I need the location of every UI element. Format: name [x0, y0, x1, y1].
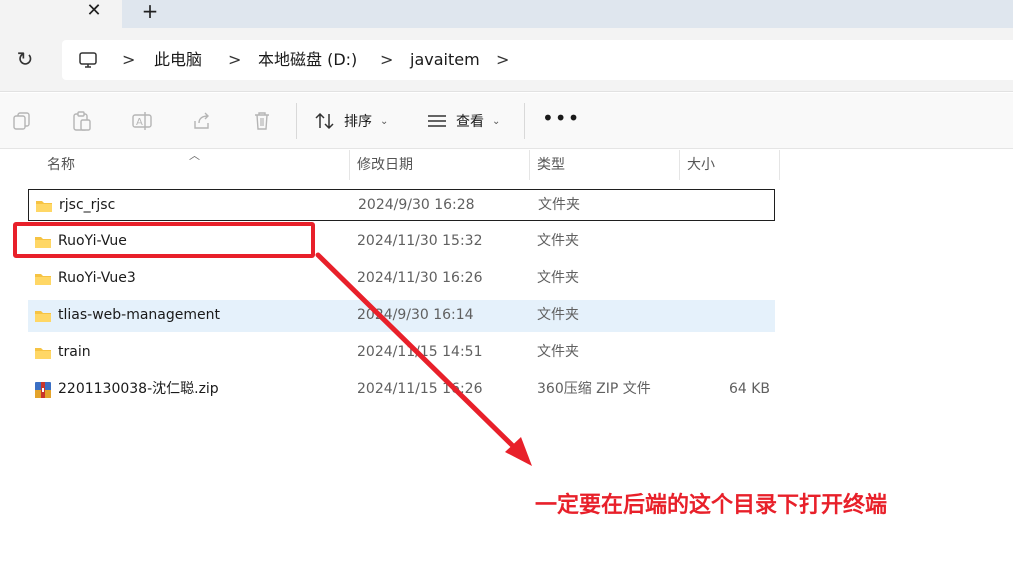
rename-icon[interactable]: A	[131, 110, 153, 132]
file-row[interactable]: train 2024/11/15 14:51 文件夹	[28, 337, 775, 369]
breadcrumb-drive-d[interactable]: 本地磁盘 (D:)	[258, 49, 357, 71]
breadcrumb-javaitem[interactable]: javaitem	[410, 49, 480, 71]
file-row[interactable]: 2201130038-沈仁聪.zip 2024/11/15 16:26 360压…	[28, 374, 775, 406]
sort-button[interactable]: 排序 ⌄	[314, 107, 388, 135]
file-name: 2201130038-沈仁聪.zip	[58, 381, 219, 397]
more-options-icon[interactable]: •••	[542, 107, 579, 135]
file-size: 64 KB	[728, 381, 770, 397]
paste-icon[interactable]	[71, 110, 93, 132]
tab-strip: ✕ +	[0, 0, 1013, 28]
file-date: 2024/11/15 16:26	[357, 381, 483, 397]
chevron-down-icon: ⌄	[492, 115, 501, 127]
command-bar: A 排序 ⌄ 查看 ⌄ •••	[0, 93, 1013, 149]
chevron-down-icon: ⌄	[380, 115, 389, 127]
copy-icon[interactable]	[11, 110, 33, 132]
file-type: 文件夹	[537, 270, 579, 286]
column-type[interactable]: 类型	[537, 150, 565, 180]
folder-icon	[35, 311, 51, 322]
toolbar-divider	[524, 103, 525, 139]
column-name[interactable]: 名称	[47, 150, 75, 180]
computer-icon	[79, 52, 97, 68]
file-type: 360压缩 ZIP 文件	[537, 381, 651, 397]
file-date: 2024/11/15 14:51	[357, 344, 483, 360]
file-date: 2024/9/30 16:14	[357, 307, 474, 323]
folder-icon	[35, 348, 51, 359]
annotation-text: 一定要在后端的这个目录下打开终端	[535, 493, 888, 518]
refresh-icon[interactable]: ↻	[14, 48, 36, 70]
column-date-modified[interactable]: 修改日期	[357, 150, 413, 180]
file-date: 2024/9/30 16:28	[358, 197, 475, 213]
column-divider[interactable]	[349, 150, 350, 180]
file-date: 2024/11/30 16:26	[357, 270, 483, 286]
active-tab[interactable]: ✕	[0, 0, 122, 28]
plus-icon[interactable]: +	[140, 0, 160, 22]
file-type: 文件夹	[537, 233, 579, 249]
svg-text:A: A	[136, 117, 143, 128]
sort-ascending-icon: ︿	[189, 149, 200, 162]
breadcrumb-separator[interactable]: >	[380, 49, 393, 71]
address-row: ↻ > 此电脑 > 本地磁盘 (D:) > javaitem >	[0, 28, 1013, 92]
view-label: 查看	[456, 114, 484, 130]
file-type: 文件夹	[537, 307, 579, 323]
column-header-row: ︿ 名称 修改日期 类型 大小	[0, 149, 780, 180]
breadcrumb-separator[interactable]: >	[122, 49, 135, 71]
sort-label: 排序	[344, 114, 372, 130]
file-name: tlias-web-management	[58, 307, 220, 323]
column-divider[interactable]	[679, 150, 680, 180]
folder-icon	[36, 201, 52, 212]
close-icon[interactable]: ✕	[84, 0, 104, 22]
file-row[interactable]: RuoYi-Vue3 2024/11/30 16:26 文件夹	[28, 263, 775, 295]
column-size[interactable]: 大小	[687, 150, 715, 180]
file-type: 文件夹	[538, 197, 580, 213]
file-name: rjsc_rjsc	[59, 197, 116, 213]
breadcrumb-separator[interactable]: >	[228, 49, 241, 71]
file-row[interactable]: rjsc_rjsc 2024/9/30 16:28 文件夹	[28, 189, 775, 221]
file-row[interactable]: tlias-web-management 2024/9/30 16:14 文件夹	[28, 300, 775, 332]
column-divider[interactable]	[529, 150, 530, 180]
file-type: 文件夹	[537, 344, 579, 360]
view-button[interactable]: 查看 ⌄	[426, 107, 500, 135]
column-divider[interactable]	[779, 150, 780, 180]
breadcrumb-this-pc[interactable]: 此电脑	[154, 49, 202, 71]
file-name: RuoYi-Vue3	[58, 270, 136, 286]
address-bar[interactable]: > 此电脑 > 本地磁盘 (D:) > javaitem >	[62, 40, 1013, 80]
share-icon[interactable]	[191, 110, 213, 132]
view-icon	[428, 115, 446, 127]
breadcrumb-separator[interactable]: >	[496, 49, 509, 71]
file-date: 2024/11/30 15:32	[357, 233, 483, 249]
toolbar-divider	[296, 103, 297, 139]
zip-archive-icon	[35, 382, 51, 398]
folder-icon	[35, 274, 51, 285]
file-name: train	[58, 344, 91, 360]
sort-icon	[315, 112, 334, 130]
annotation-highlight-box	[13, 222, 315, 258]
delete-icon[interactable]	[251, 110, 273, 132]
